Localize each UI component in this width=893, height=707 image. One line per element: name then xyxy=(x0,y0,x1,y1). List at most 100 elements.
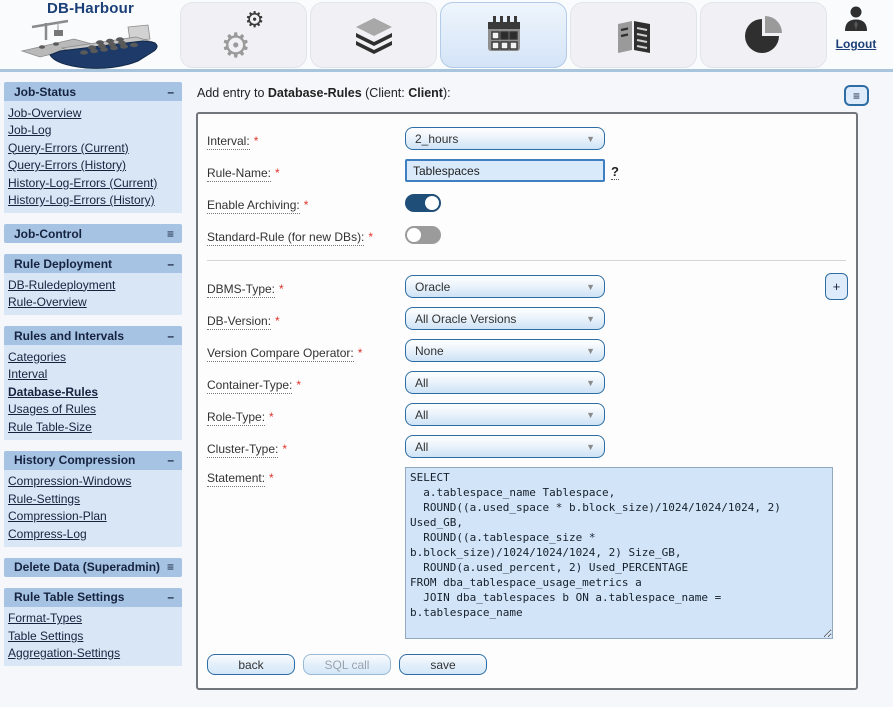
field-standard-rule: Standard-Rule (for new DBs):* xyxy=(207,223,850,246)
pie-chart-icon xyxy=(743,14,785,56)
chevron-down-icon: ▼ xyxy=(586,314,595,324)
enable-archiving-toggle[interactable] xyxy=(405,194,441,212)
sidebar-item-query-errors-history[interactable]: Query-Errors (History) xyxy=(4,157,182,175)
required-marker: * xyxy=(275,314,280,328)
sidebar-item-database-rules[interactable]: Database-Rules xyxy=(4,383,182,401)
tab-settings[interactable]: ⚙⚙ xyxy=(180,2,307,68)
sidebar-item-usages-of-rules[interactable]: Usages of Rules xyxy=(4,401,182,419)
sidebar-section-job-control: Job-Control ≡ xyxy=(4,224,182,243)
top-header: DB-Harbour ⚙⚙ xyxy=(0,0,893,72)
sidebar-item-db-ruledeployment[interactable]: DB-Ruledeployment xyxy=(4,276,182,294)
logout-label: Logout xyxy=(824,37,888,51)
sidebar-item-job-log[interactable]: Job-Log xyxy=(4,122,182,140)
sidebar-item-history-log-errors-history[interactable]: History-Log-Errors (History) xyxy=(4,192,182,210)
sidebar-item-aggregation-settings[interactable]: Aggregation-Settings xyxy=(4,645,182,663)
toggle-knob xyxy=(425,196,439,210)
save-button[interactable]: save xyxy=(399,654,487,675)
calendar-icon xyxy=(483,14,525,56)
sidebar-item-query-errors-current[interactable]: Query-Errors (Current) xyxy=(4,139,182,157)
section-header-rules-and-intervals[interactable]: Rules and Intervals – xyxy=(4,326,182,345)
section-divider xyxy=(207,260,846,261)
sidebar-nav: Job-Status – Job-Overview Job-Log Query-… xyxy=(4,82,182,666)
section-header-rule-table-settings[interactable]: Rule Table Settings – xyxy=(4,588,182,607)
add-condition-button[interactable]: + xyxy=(825,273,848,300)
sidebar-item-table-settings[interactable]: Table Settings xyxy=(4,627,182,645)
user-icon xyxy=(843,5,869,31)
section-header-job-status[interactable]: Job-Status – xyxy=(4,82,182,101)
sidebar-section-rule-table-settings: Rule Table Settings – Format-Types Table… xyxy=(4,588,182,667)
collapse-icon[interactable]: – xyxy=(167,257,174,271)
collapse-icon[interactable]: – xyxy=(167,453,174,467)
tab-scheduler[interactable] xyxy=(440,2,567,68)
rule-name-input[interactable] xyxy=(405,159,605,182)
field-role-type: Role-Type:* All ▼ xyxy=(207,403,850,426)
required-marker: * xyxy=(296,378,301,392)
tab-statistics[interactable] xyxy=(700,2,827,68)
version-compare-operator-label: Version Compare Operator:* xyxy=(207,342,405,360)
harbour-ship-logo-graphic xyxy=(16,17,166,69)
db-version-select[interactable]: All Oracle Versions ▼ xyxy=(405,307,605,330)
sidebar-item-job-overview[interactable]: Job-Overview xyxy=(4,104,182,122)
db-version-label: DB-Version:* xyxy=(207,310,405,328)
sidebar-item-format-types[interactable]: Format-Types xyxy=(4,610,182,628)
sidebar-item-history-log-errors-current[interactable]: History-Log-Errors (Current) xyxy=(4,174,182,192)
required-marker: * xyxy=(269,471,274,485)
version-compare-operator-select[interactable]: None ▼ xyxy=(405,339,605,362)
tab-catalog[interactable] xyxy=(570,2,697,68)
container-type-select-value: All xyxy=(415,376,428,390)
standard-rule-toggle[interactable] xyxy=(405,226,441,244)
chevron-down-icon: ▼ xyxy=(586,134,595,144)
dbms-type-select-value: Oracle xyxy=(415,280,450,294)
dbms-type-select[interactable]: Oracle ▼ xyxy=(405,275,605,298)
logout-button[interactable]: Logout xyxy=(824,5,888,51)
section-header-history-compression[interactable]: History Compression – xyxy=(4,451,182,470)
sidebar-item-interval[interactable]: Interval xyxy=(4,366,182,384)
required-marker: * xyxy=(282,442,287,456)
interval-select[interactable]: 2_hours ▼ xyxy=(405,127,605,150)
toggle-knob xyxy=(407,228,421,242)
book-icon xyxy=(615,16,653,54)
sidebar-item-compress-log[interactable]: Compress-Log xyxy=(4,525,182,543)
db-version-select-value: All Oracle Versions xyxy=(415,312,516,326)
field-container-type: Container-Type:* All ▼ xyxy=(207,371,850,394)
back-button[interactable]: back xyxy=(207,654,295,675)
collapse-icon[interactable]: – xyxy=(167,329,174,343)
layers-icon xyxy=(352,16,396,54)
expand-icon[interactable]: ≡ xyxy=(167,560,174,574)
cluster-type-label: Cluster-Type:* xyxy=(207,438,405,456)
section-header-delete-data[interactable]: Delete Data (Superadmin) ≡ xyxy=(4,558,182,577)
required-marker: * xyxy=(269,410,274,424)
sidebar-section-history-compression: History Compression – Compression-Window… xyxy=(4,451,182,547)
expand-icon[interactable]: ≡ xyxy=(167,227,174,241)
role-type-select-value: All xyxy=(415,408,428,422)
sql-call-button[interactable]: SQL call xyxy=(303,654,391,675)
sidebar-item-rule-table-size[interactable]: Rule Table-Size xyxy=(4,418,182,436)
collapse-icon[interactable]: – xyxy=(167,85,174,99)
role-type-select[interactable]: All ▼ xyxy=(405,403,605,426)
collapse-icon[interactable]: – xyxy=(167,590,174,604)
app-logo[interactable]: DB-Harbour xyxy=(8,1,173,74)
section-header-job-control[interactable]: Job-Control ≡ xyxy=(4,224,182,243)
required-marker: * xyxy=(275,166,280,180)
chevron-down-icon: ▼ xyxy=(586,410,595,420)
list-view-button[interactable]: ≡ xyxy=(844,85,869,106)
form-actions: back SQL call save xyxy=(207,654,850,675)
tab-layers[interactable] xyxy=(310,2,437,68)
sidebar-item-compression-plan[interactable]: Compression-Plan xyxy=(4,508,182,526)
sidebar-item-categories[interactable]: Categories xyxy=(4,348,182,366)
standard-rule-label: Standard-Rule (for new DBs):* xyxy=(207,226,405,244)
chevron-down-icon: ▼ xyxy=(586,346,595,356)
chevron-down-icon: ▼ xyxy=(586,442,595,452)
statement-label: Statement:* xyxy=(207,467,405,485)
help-link[interactable]: ? xyxy=(611,162,619,180)
sidebar-item-compression-windows[interactable]: Compression-Windows xyxy=(4,473,182,491)
statement-textarea[interactable] xyxy=(405,467,833,639)
container-type-select[interactable]: All ▼ xyxy=(405,371,605,394)
gears-icon: ⚙⚙ xyxy=(221,13,267,57)
field-db-version: DB-Version:* All Oracle Versions ▼ xyxy=(207,307,850,330)
required-marker: * xyxy=(358,346,363,360)
sidebar-item-rule-overview[interactable]: Rule-Overview xyxy=(4,294,182,312)
section-header-rule-deployment[interactable]: Rule Deployment – xyxy=(4,254,182,273)
cluster-type-select[interactable]: All ▼ xyxy=(405,435,605,458)
sidebar-item-rule-settings[interactable]: Rule-Settings xyxy=(4,490,182,508)
